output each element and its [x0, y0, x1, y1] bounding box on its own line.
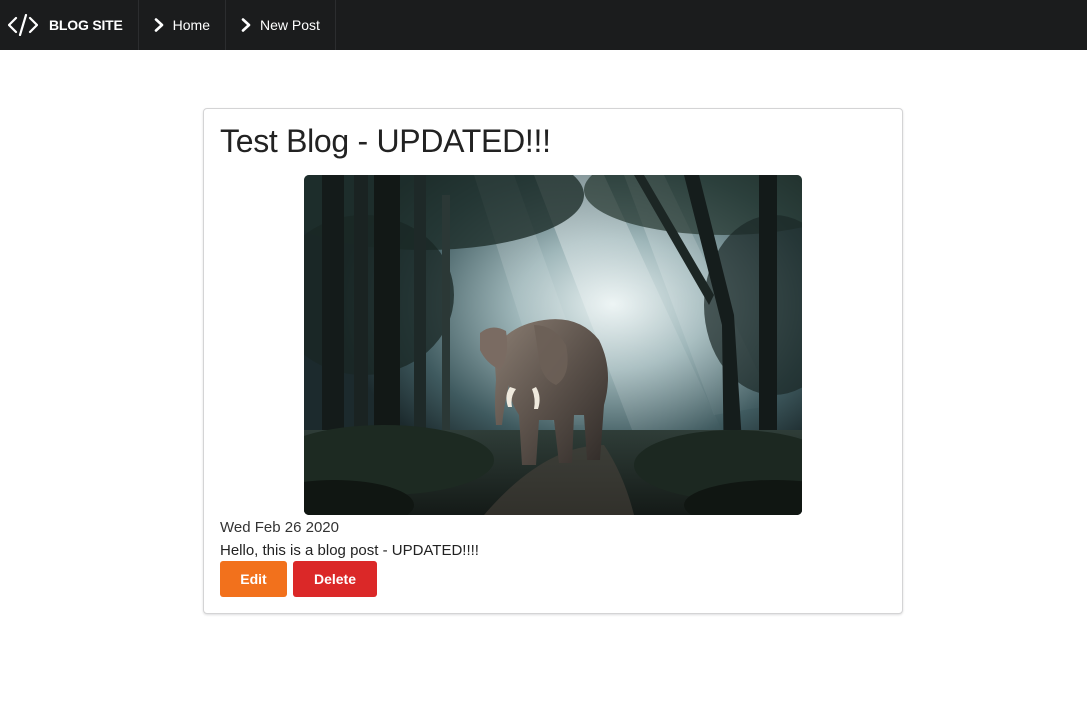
post-title: Test Blog - UPDATED!!!: [220, 123, 551, 159]
elephant-forest-illustration: [304, 175, 802, 515]
delete-button[interactable]: Delete: [293, 561, 377, 597]
nav-home-label: Home: [172, 17, 211, 33]
brand-link[interactable]: BLOG SITE: [0, 0, 139, 50]
post-date: Wed Feb 26 2020: [220, 519, 339, 536]
blog-post-card: Test Blog - UPDATED!!! Wed Feb 26 2020 H…: [203, 108, 903, 614]
top-navbar: BLOG SITE Home New Post: [0, 0, 1087, 50]
nav-new-post-link[interactable]: New Post: [226, 0, 336, 50]
nav-new-post-label: New Post: [260, 17, 320, 33]
brand-label: BLOG SITE: [49, 17, 123, 33]
nav-home-link[interactable]: Home: [139, 0, 227, 50]
edit-button[interactable]: Edit: [220, 561, 287, 597]
post-image: [304, 175, 802, 515]
post-body: Hello, this is a blog post - UPDATED!!!!: [220, 542, 479, 559]
code-icon: [8, 14, 38, 36]
chevron-right-icon: [241, 18, 251, 32]
chevron-right-icon: [154, 18, 163, 32]
